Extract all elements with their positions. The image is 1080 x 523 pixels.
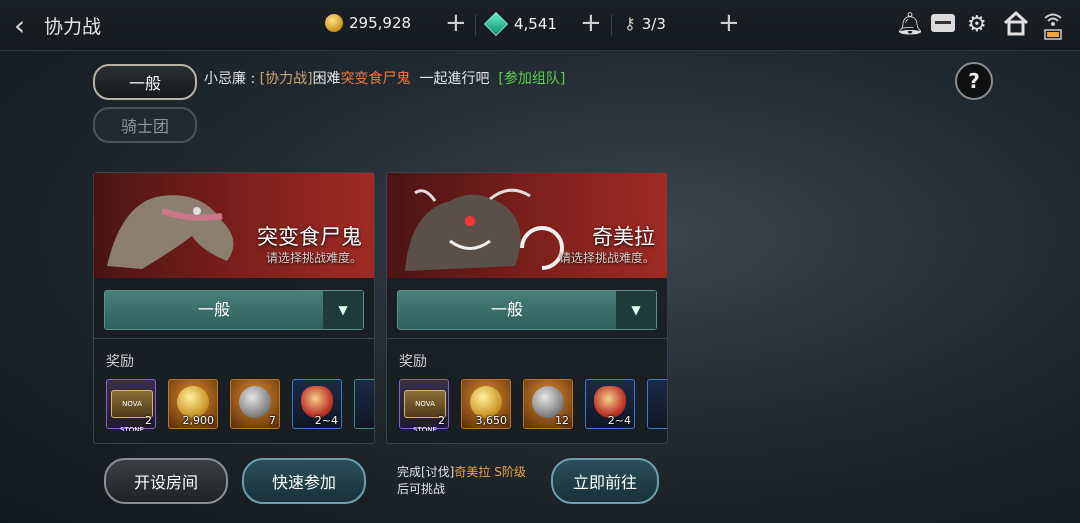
add-gold-button[interactable]: + xyxy=(445,10,467,36)
divider xyxy=(387,338,667,339)
gem-amount: 4,541 xyxy=(514,15,557,33)
reward-count: 2~4 xyxy=(314,414,338,427)
back-arrow-icon[interactable]: ‹ xyxy=(14,9,25,42)
requirement-prefix: 完成[讨伐] xyxy=(397,465,455,479)
gold-coin-icon xyxy=(325,14,343,32)
rewards-label: 奖励 xyxy=(399,354,427,370)
add-gem-button[interactable]: + xyxy=(580,10,602,36)
reward-item[interactable]: 2,900 xyxy=(168,379,218,429)
gold-counter: 295,928 xyxy=(325,14,411,32)
reward-item[interactable]: 12 xyxy=(523,379,573,429)
silver-medal-icon xyxy=(239,386,271,418)
tab-general[interactable]: 一般 xyxy=(93,64,197,100)
go-now-button[interactable]: 立即前往 xyxy=(551,458,659,504)
raid-name: 突变食尸鬼 xyxy=(257,225,362,249)
key-amount: 3/3 xyxy=(641,14,666,33)
chat-message: 小忌廉 : [协力战]困难突变食尸鬼 一起進行吧 [参加组队] xyxy=(204,68,565,88)
reward-count: 2,900 xyxy=(182,414,215,427)
tab-guild[interactable]: 骑士团 xyxy=(93,107,197,143)
reward-count: 2 xyxy=(438,414,445,427)
raid-name: 奇美拉 xyxy=(592,225,655,249)
reward-item[interactable]: 7 xyxy=(230,379,280,429)
difficulty-dropdown[interactable]: 一般 ▼ xyxy=(104,290,364,330)
rewards-list: NOVA STONE 2 2,900 7 2~4 xyxy=(106,379,374,431)
raid-banner[interactable]: 突变食尸鬼 请选择挑战难度。 xyxy=(94,173,374,278)
divider xyxy=(611,14,612,36)
requirement-grade: S阶级 xyxy=(494,465,526,479)
loading-spinner-icon xyxy=(520,226,564,270)
raid-card-ghoul: 突变食尸鬼 请选择挑战难度。 一般 ▼ 奖励 NOVA STONE 2 2,90… xyxy=(93,172,375,444)
help-button[interactable]: ? xyxy=(955,62,993,100)
chat-boss: 突变食尸鬼 xyxy=(340,71,411,87)
raid-subtitle: 请选择挑战难度。 xyxy=(265,251,362,265)
chevron-down-icon[interactable]: ▼ xyxy=(616,291,656,329)
reward-item[interactable]: 3,650 xyxy=(461,379,511,429)
bell-icon[interactable]: 🔔︎ xyxy=(896,12,924,37)
raid-subtitle: 请选择挑战难度。 xyxy=(558,251,655,265)
reward-item[interactable]: NOVA STONE 2 xyxy=(106,379,156,431)
reward-item[interactable]: 2~4 xyxy=(585,379,635,429)
key-icon: ⚷ xyxy=(624,14,636,33)
reward-count: 3,650 xyxy=(475,414,508,427)
wifi-battery-icon xyxy=(1044,13,1062,40)
raid-banner[interactable]: 奇美拉 请选择挑战难度。 xyxy=(387,173,667,278)
create-room-button[interactable]: 开设房间 xyxy=(104,458,228,504)
difficulty-dropdown[interactable]: 一般 ▼ xyxy=(397,290,657,330)
difficulty-value: 一般 xyxy=(197,300,230,319)
reward-count: 2~4 xyxy=(607,414,631,427)
key-counter: ⚷ 3/3 xyxy=(624,14,666,33)
chat-tag: [协力战] xyxy=(259,71,313,87)
reward-item[interactable]: NOVA STONE 2 xyxy=(399,379,449,431)
chevron-down-icon[interactable]: ▼ xyxy=(323,291,363,329)
reward-count: 12 xyxy=(555,414,569,427)
reward-item-partial[interactable] xyxy=(647,379,667,429)
raid-card-chimera: 奇美拉 请选择挑战难度。 一般 ▼ 奖励 NOVA STONE 2 3,650 … xyxy=(386,172,668,444)
reward-count: 2 xyxy=(145,414,152,427)
gold-amount: 295,928 xyxy=(349,14,412,32)
chat-icon[interactable] xyxy=(931,14,955,32)
chat-difficulty: 困难 xyxy=(312,71,341,87)
chat-speaker: 小忌廉 xyxy=(204,71,246,87)
gem-icon xyxy=(483,11,509,37)
requirement-suffix: 后可挑战 xyxy=(397,482,446,496)
gem-counter: 4,541 xyxy=(483,11,557,37)
join-party-link[interactable]: [参加组队] xyxy=(498,71,565,87)
difficulty-value: 一般 xyxy=(490,300,523,319)
reward-item-partial[interactable] xyxy=(354,379,374,429)
divider xyxy=(94,338,374,339)
top-bar: ‹ 协力战 295,928 + 4,541 + ⚷ 3/3 + 🔔︎ ⚙ xyxy=(0,0,1080,51)
quick-join-button[interactable]: 快速参加 xyxy=(242,458,366,504)
chat-text: 一起進行吧 xyxy=(419,71,490,87)
rewards-list: NOVA STONE 2 3,650 12 2~4 xyxy=(399,379,667,431)
reward-count: 7 xyxy=(269,414,276,427)
home-icon[interactable] xyxy=(1003,10,1029,36)
ghoul-monster-image xyxy=(107,195,234,269)
divider xyxy=(475,14,476,36)
chat-colon: : xyxy=(246,71,260,87)
unlock-requirement: 完成[讨伐]奇美拉 S阶级 后可挑战 xyxy=(397,464,526,498)
reward-item[interactable]: 2~4 xyxy=(292,379,342,429)
add-key-button[interactable]: + xyxy=(718,10,740,36)
gear-icon[interactable]: ⚙ xyxy=(967,12,987,37)
rewards-label: 奖励 xyxy=(106,354,134,370)
requirement-boss: 奇美拉 xyxy=(454,465,491,479)
page-title: 协力战 xyxy=(44,16,102,38)
